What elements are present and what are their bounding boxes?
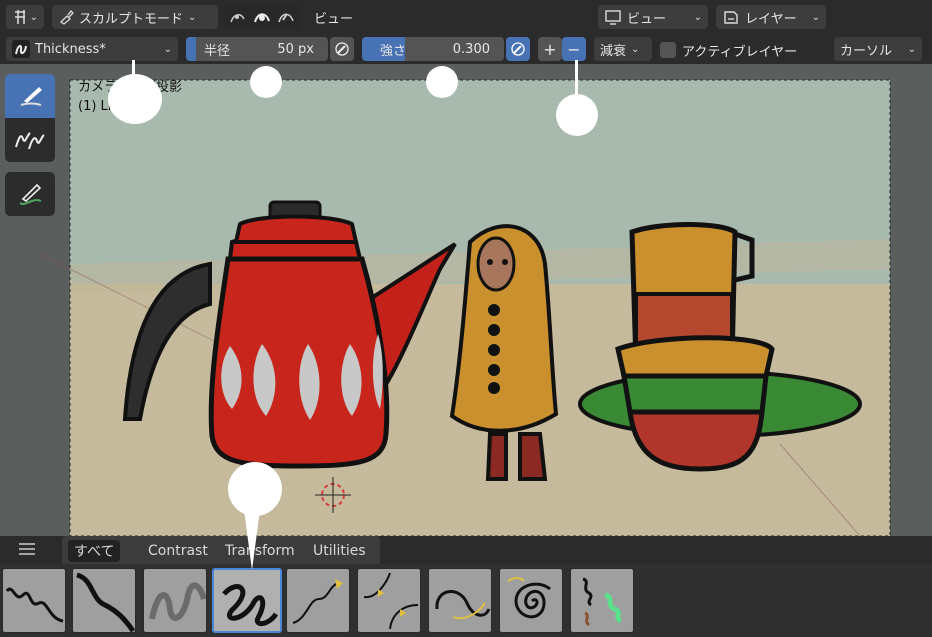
falloff-dropdown[interactable]: 減衰 ⌄ [594,37,652,61]
minus-icon: − [567,39,581,59]
chevron-down-icon: ⌄ [693,11,702,23]
radius-value: 50 px [277,41,314,57]
view-dropdown-label: ビュー [627,11,667,27]
falloff-label: 減衰 [600,43,627,59]
editor-type-icon [15,10,25,24]
radius-slider[interactable]: 半径 50 px [186,37,328,61]
tool-shelf [5,74,55,216]
stroke-mask-icon [254,13,270,23]
strength-slider[interactable]: 強さ 0.300 [362,37,504,61]
brush-name: Thickness* [35,41,106,57]
brush-thumbnail[interactable] [143,568,207,633]
callout-marker [556,94,598,136]
direction-subtract-button[interactable]: − [562,37,586,61]
chevron-down-icon: ⌄ [631,43,640,55]
pen-pressure-icon [335,42,349,56]
draw-tool-icon [20,87,42,106]
pen-pressure-icon [230,14,245,23]
brush-shelf [0,564,932,637]
direction-add-button[interactable]: + [538,37,562,61]
strength-value: 0.300 [452,41,490,57]
editor-type-button[interactable]: ⌄ [6,5,44,29]
hamburger-icon [19,543,35,555]
brush-thumbnail[interactable] [357,568,421,633]
callout-pointer [575,60,578,98]
chevron-down-icon: ⌄ [188,11,197,23]
tweak-tool-icon [15,132,45,150]
hamburger-menu-button[interactable] [18,542,36,560]
3d-viewport[interactable]: カメラ・透視投影 (1) Li... [0,64,932,536]
tab-utilities[interactable]: Utilities [307,540,372,562]
view-dropdown[interactable]: ビュー ⌄ [598,5,708,29]
brush-thumbnail[interactable] [286,568,350,633]
callout-marker [250,66,282,98]
active-layer-label: アクティブレイヤー [682,45,798,60]
cursor-label: カーソル [840,43,893,59]
layer-dropdown[interactable]: レイヤー ⌄ [716,5,826,29]
chevron-down-icon: ⌄ [163,43,172,55]
brush-thumbnail[interactable] [72,568,136,633]
plus-icon: + [543,39,557,59]
brush-thumbnail-thickness[interactable] [212,568,282,633]
chevron-down-icon: ⌄ [29,11,38,23]
chevron-down-icon: ⌄ [811,11,820,23]
strength-pressure-toggle[interactable] [506,37,530,61]
pen-pressure-toggle[interactable] [226,6,250,28]
mode-label: スカルプトモード [79,11,184,27]
segment-mask-toggle[interactable] [274,6,298,28]
callout-marker [426,66,458,98]
mode-dropdown[interactable]: スカルプトモード ⌄ [52,5,218,29]
view-menu[interactable]: ビュー [314,8,353,27]
scene-canvas [0,64,932,536]
tab-contrast[interactable]: Contrast [142,540,214,562]
chevron-down-icon: ⌄ [907,43,916,55]
radius-pressure-toggle[interactable] [330,37,354,61]
layer-dropdown-label: レイヤー [745,11,797,27]
cursor-dropdown[interactable]: カーソル ⌄ [834,37,922,61]
brush-asset-tabs: すべて Contrast Transform Utilities [0,536,932,564]
active-layer-checkbox[interactable] [660,42,676,58]
tweak-tool-button[interactable] [5,118,55,162]
draw-tool-button[interactable] [5,74,55,118]
stroke-tool-icon [19,183,42,205]
brush-thumbnail[interactable] [570,568,634,633]
brush-thumbnail[interactable] [428,568,492,633]
brush-preview-icon [12,40,30,58]
callout-marker [228,462,282,516]
radius-label: 半径 [204,43,231,59]
layer-icon [724,11,738,24]
selection-mask-toggle[interactable] [250,6,274,28]
brush-thumbnail[interactable] [499,568,563,633]
tool-settings-bar: Thickness* ⌄ 半径 50 px 強さ 0.300 + − 減衰 ⌄ … [0,34,932,64]
brush-icon [59,10,74,25]
stroke-tool-button[interactable] [5,172,55,216]
monitor-icon [605,10,621,25]
callout-marker [108,74,162,124]
callout-pointer [132,60,135,80]
callout-pointer [244,510,260,570]
header-bar: ⌄ スカルプトモード ⌄ ビュー ビュー ⌄ レイヤー ⌄ [0,0,932,34]
tab-all[interactable]: すべて [68,540,121,562]
brush-selector[interactable]: Thickness* ⌄ [6,37,178,61]
stroke-mode-group [224,5,300,29]
pen-pressure-icon [511,42,525,56]
strength-label: 強さ [380,43,407,59]
segment-mask-icon [278,13,294,23]
brush-thumbnail[interactable] [2,568,66,633]
